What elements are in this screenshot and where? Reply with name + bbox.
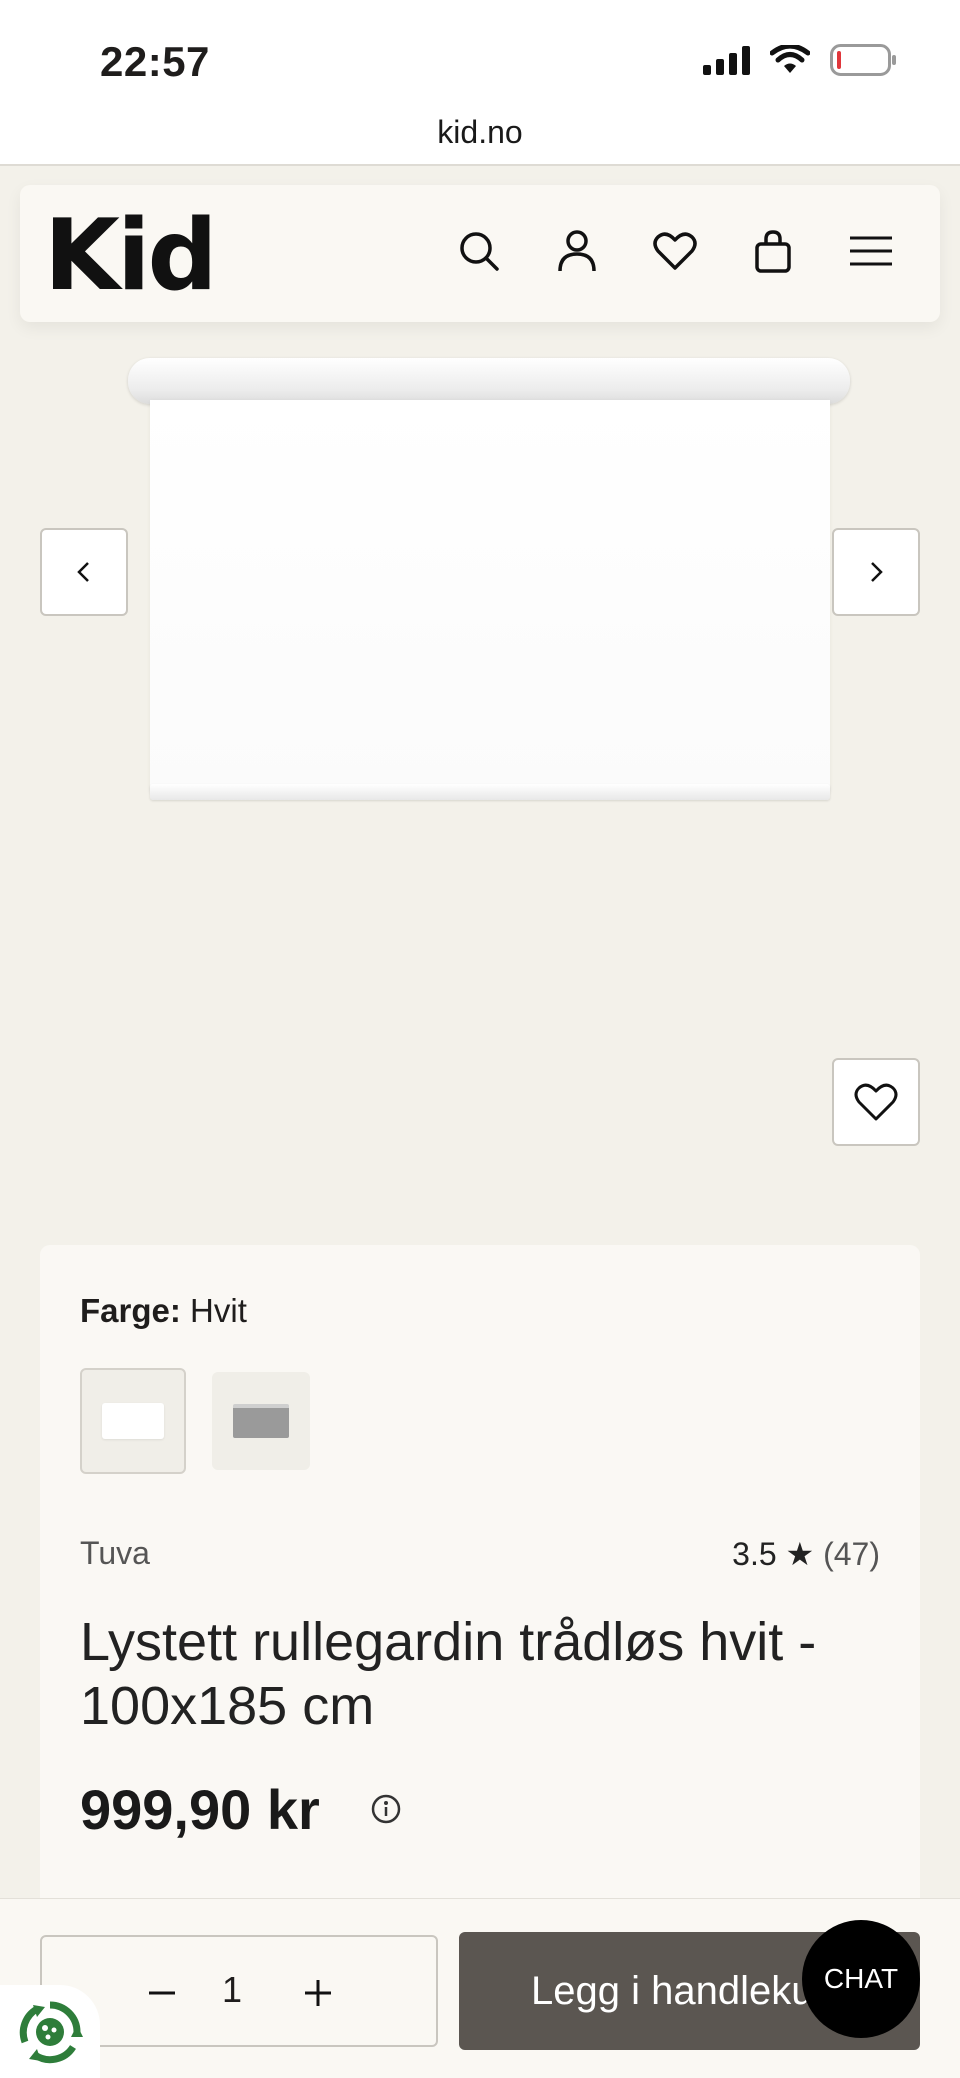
- cart-icon[interactable]: [743, 221, 803, 281]
- site-header: Kid: [20, 185, 940, 322]
- color-value: Hvit: [190, 1292, 247, 1329]
- review-count: (47): [823, 1536, 880, 1572]
- minus-icon: [149, 1991, 175, 1995]
- color-label: Farge:: [80, 1292, 181, 1329]
- product-image-bottom-bar: [150, 784, 830, 800]
- product-price: 999,90 kr: [80, 1778, 320, 1841]
- wishlist-icon[interactable]: [645, 221, 705, 281]
- price-info-icon[interactable]: [370, 1793, 402, 1830]
- browser-url[interactable]: kid.no: [0, 100, 960, 166]
- product-image-roller: [128, 358, 850, 404]
- quantity-value[interactable]: 1: [222, 1969, 242, 2011]
- decrease-quantity-button[interactable]: [134, 1965, 190, 2021]
- search-icon[interactable]: [449, 221, 509, 281]
- gallery-prev-button[interactable]: [40, 528, 128, 616]
- swatch-grey[interactable]: [212, 1372, 310, 1470]
- plus-icon: [305, 1980, 331, 2006]
- cellular-signal-icon: [703, 45, 750, 75]
- site-logo[interactable]: Kid: [44, 199, 218, 313]
- add-to-favorites-button[interactable]: [832, 1058, 920, 1146]
- recycle-icon: [19, 2001, 83, 2063]
- product-brand[interactable]: Tuva: [80, 1535, 150, 1572]
- increase-quantity-button[interactable]: [290, 1965, 346, 2021]
- status-icons: [703, 44, 898, 76]
- chevron-left-icon: [77, 562, 89, 582]
- color-selection-label: Farge: Hvit: [80, 1292, 247, 1330]
- product-rating[interactable]: 3.5 ★ (47): [732, 1535, 880, 1573]
- product-image: [150, 400, 830, 792]
- swatch-white[interactable]: [80, 1368, 186, 1474]
- product-info-card: Farge: Hvit Tuva 3.5 ★ (47) Lystett rull…: [40, 1245, 920, 2005]
- rating-value: 3.5: [732, 1536, 777, 1572]
- chat-button[interactable]: CHAT: [802, 1920, 920, 2038]
- wifi-icon: [770, 45, 810, 75]
- eco-badge[interactable]: [0, 1985, 100, 2078]
- chevron-right-icon: [871, 562, 883, 582]
- status-time: 22:57: [100, 38, 210, 85]
- account-icon[interactable]: [547, 221, 607, 281]
- heart-icon: [854, 1083, 898, 1121]
- battery-icon: [830, 44, 898, 76]
- product-title: Lystett rullegardin trådløs hvit - 100x1…: [80, 1612, 817, 1736]
- gallery-next-button[interactable]: [832, 528, 920, 616]
- menu-icon[interactable]: [841, 221, 901, 281]
- star-icon: ★: [785, 1536, 815, 1572]
